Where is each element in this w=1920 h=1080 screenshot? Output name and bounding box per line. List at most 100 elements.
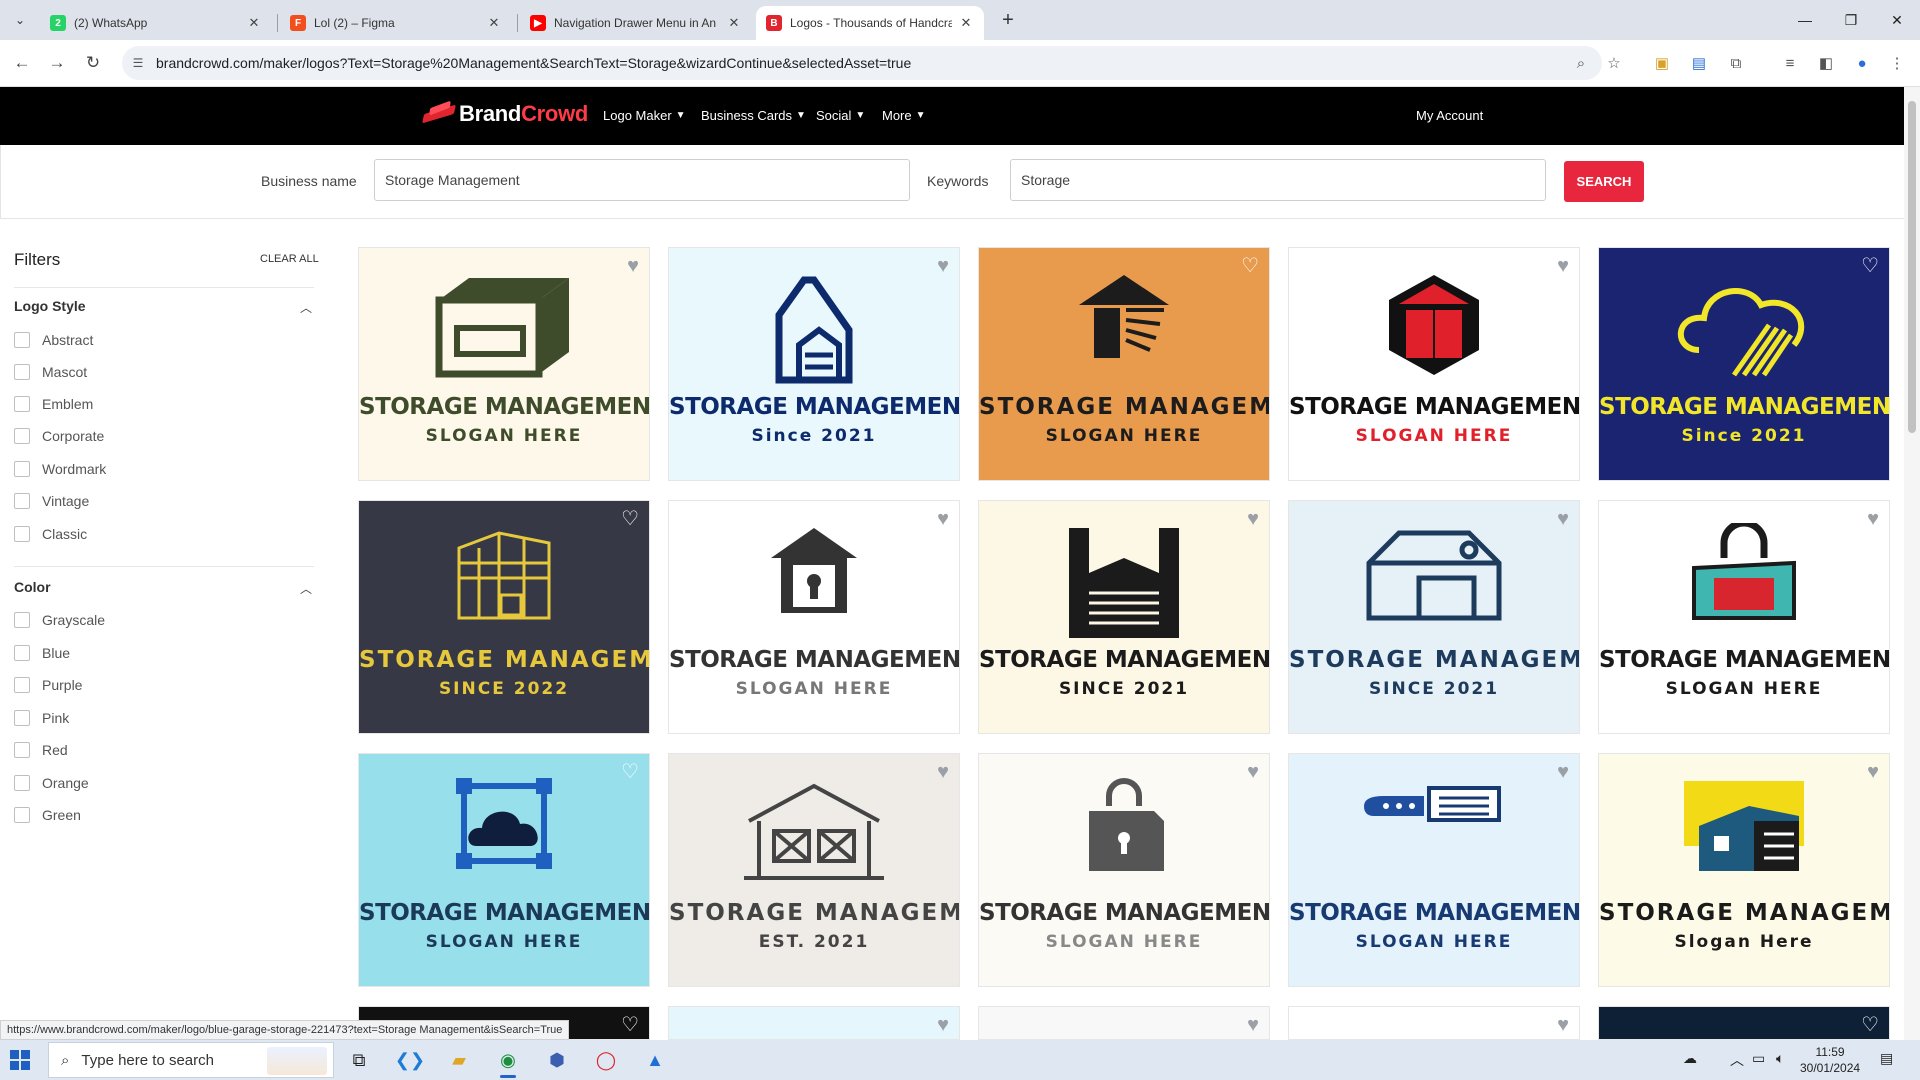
close-window-button[interactable]: ✕ [1874, 0, 1920, 40]
filter-option[interactable]: Grayscale [14, 612, 105, 628]
favorite-heart-icon[interactable]: ♥ [1557, 509, 1569, 529]
business-name-input[interactable] [374, 159, 910, 201]
new-tab-button[interactable]: + [996, 8, 1020, 32]
filter-option[interactable]: Pink [14, 710, 69, 726]
close-tab-icon[interactable]: ✕ [486, 15, 502, 31]
nav-business-cards[interactable]: Business Cards ▼ [701, 108, 806, 123]
search-button[interactable]: SEARCH [1564, 161, 1644, 202]
close-tab-icon[interactable]: ✕ [958, 15, 974, 31]
logo-card[interactable]: ♥ STORAGE MANAGEMENT SLOGAN HERE [668, 500, 960, 734]
logo-card[interactable]: ♥ [668, 1006, 960, 1040]
brandcrowd-logo[interactable]: BrandCrowd [423, 101, 588, 127]
url-text[interactable]: brandcrowd.com/maker/logos?Text=Storage%… [156, 55, 911, 71]
favorite-heart-icon[interactable]: ♥ [1557, 762, 1569, 782]
logo-card[interactable]: ♡ STORAGE MANAGEMENT SLOGAN HERE [978, 247, 1270, 481]
minimize-button[interactable]: — [1782, 0, 1828, 40]
tab-whatsapp[interactable]: 2 (2) WhatsApp ✕ [40, 6, 272, 40]
checkbox[interactable] [14, 807, 30, 823]
bookmark-star-icon[interactable]: ☆ [1605, 54, 1623, 72]
favorite-heart-icon[interactable]: ♡ [621, 509, 639, 529]
extension-icon[interactable]: ▣ [1651, 52, 1673, 74]
chevron-up-icon[interactable]: ︿ [300, 299, 312, 316]
system-clock[interactable]: 11:59 30/01/2024 [1800, 1044, 1860, 1076]
filter-group-logo-style[interactable]: Logo Style [14, 298, 86, 314]
logo-card[interactable]: ♥ STORAGE MANAGEMENT SINCE 2021 [1288, 500, 1580, 734]
media-control-icon[interactable]: ≡ [1779, 52, 1801, 74]
task-view-icon[interactable]: ⧉ [345, 1046, 373, 1074]
logo-card[interactable]: ♥ STORAGE MANAGEMENT SINCE 2021 [978, 500, 1270, 734]
filter-option[interactable]: Green [14, 807, 81, 823]
logo-card[interactable]: ♥ STORAGE MANAGEMENT SLOGAN HERE [1598, 500, 1890, 734]
notification-center-icon[interactable]: ▤ [1880, 1050, 1893, 1067]
favorite-heart-icon[interactable]: ♥ [937, 256, 949, 276]
nav-more[interactable]: More ▼ [882, 108, 926, 123]
favorite-heart-icon[interactable]: ♡ [1861, 256, 1879, 276]
reload-button[interactable]: ↻ [80, 50, 106, 76]
checkbox[interactable] [14, 364, 30, 380]
favorite-heart-icon[interactable]: ♥ [1247, 1015, 1259, 1035]
logo-card[interactable]: ♥ STORAGE MANAGEMENT SLOGAN HERE [1288, 753, 1580, 987]
extension-icon[interactable]: ▤ [1688, 52, 1710, 74]
my-account-link[interactable]: My Account [1416, 108, 1483, 123]
clear-all-link[interactable]: CLEAR ALL [260, 253, 319, 265]
weather-icon[interactable]: ☁ [1683, 1050, 1697, 1067]
volume-icon[interactable]: 🔈︎ [1776, 1050, 1784, 1067]
filter-option[interactable]: Corporate [14, 428, 104, 444]
logo-card[interactable]: ♥ STORAGE MANAGEMENT EST. 2021 [668, 753, 960, 987]
filter-option[interactable]: Wordmark [14, 461, 106, 477]
filter-option[interactable]: Blue [14, 645, 70, 661]
tab-youtube[interactable]: ▶ Navigation Drawer Menu in An ✕ [520, 6, 752, 40]
favorite-heart-icon[interactable]: ♥ [627, 256, 639, 276]
favorite-heart-icon[interactable]: ♥ [1867, 762, 1879, 782]
filter-option[interactable]: Orange [14, 775, 89, 791]
chrome-menu-icon[interactable]: ⋮ [1886, 52, 1908, 74]
chrome-icon[interactable]: ◉ [494, 1046, 522, 1078]
favorite-heart-icon[interactable]: ♥ [937, 1015, 949, 1035]
extensions-puzzle-icon[interactable]: ⧉ [1725, 52, 1747, 74]
logo-card[interactable]: ♥ [978, 1006, 1270, 1040]
tab-brandcrowd[interactable]: B Logos - Thousands of Handcraf ✕ [756, 6, 984, 40]
close-tab-icon[interactable]: ✕ [726, 15, 742, 31]
checkbox[interactable] [14, 710, 30, 726]
checkbox[interactable] [14, 775, 30, 791]
favorite-heart-icon[interactable]: ♥ [1867, 509, 1879, 529]
battery-icon[interactable]: ▭ [1752, 1050, 1765, 1067]
tab-search-icon[interactable]: ⌄ [8, 8, 32, 32]
checkbox[interactable] [14, 612, 30, 628]
logo-card[interactable]: ♥ STORAGE MANAGEMENT SLOGAN HERE [358, 247, 650, 481]
logo-card[interactable]: ♥ [1288, 1006, 1580, 1040]
checkbox[interactable] [14, 461, 30, 477]
android-studio-icon[interactable]: ▲ [641, 1046, 669, 1074]
nav-logo-maker[interactable]: Logo Maker ▼ [603, 108, 686, 123]
close-tab-icon[interactable]: ✕ [246, 15, 262, 31]
restore-button[interactable]: ❐ [1828, 0, 1874, 40]
filter-group-color[interactable]: Color [14, 579, 51, 595]
favorite-heart-icon[interactable]: ♥ [1557, 1015, 1569, 1035]
keywords-input[interactable] [1010, 159, 1546, 201]
profile-avatar-icon[interactable]: ● [1851, 52, 1873, 74]
favorite-heart-icon[interactable]: ♡ [1861, 1015, 1879, 1035]
logo-card[interactable]: ♥ STORAGE MANAGEMENT Slogan Here [1598, 753, 1890, 987]
back-button[interactable]: ← [9, 50, 35, 76]
filter-option[interactable]: Mascot [14, 364, 87, 380]
taskbar-search-box[interactable]: ⌕ Type here to search [48, 1042, 334, 1078]
filter-option[interactable]: Classic [14, 526, 87, 542]
logo-card[interactable]: ♥ STORAGE MANAGEMENT SLOGAN HERE [1288, 247, 1580, 481]
favorite-heart-icon[interactable]: ♥ [1247, 509, 1259, 529]
favorite-heart-icon[interactable]: ♥ [1557, 256, 1569, 276]
logo-card[interactable]: ♡ STORAGE MANAGEMENT Since 2021 [1598, 247, 1890, 481]
page-scrollbar[interactable] [1904, 87, 1920, 1040]
checkbox[interactable] [14, 332, 30, 348]
checkbox[interactable] [14, 428, 30, 444]
checkbox[interactable] [14, 645, 30, 661]
forward-button[interactable]: → [44, 50, 70, 76]
filter-option[interactable]: Emblem [14, 396, 93, 412]
logo-card[interactable]: ♡ STORAGE MANAGEMENT SLOGAN HERE [358, 753, 650, 987]
checkbox[interactable] [14, 493, 30, 509]
filter-option[interactable]: Abstract [14, 332, 93, 348]
nav-social[interactable]: Social ▼ [816, 108, 865, 123]
favorite-heart-icon[interactable]: ♡ [621, 762, 639, 782]
logo-card[interactable]: ♡ [1598, 1006, 1890, 1040]
show-hidden-icons-icon[interactable]: ︿ [1730, 1050, 1744, 1070]
windows-start-icon[interactable] [10, 1050, 32, 1070]
